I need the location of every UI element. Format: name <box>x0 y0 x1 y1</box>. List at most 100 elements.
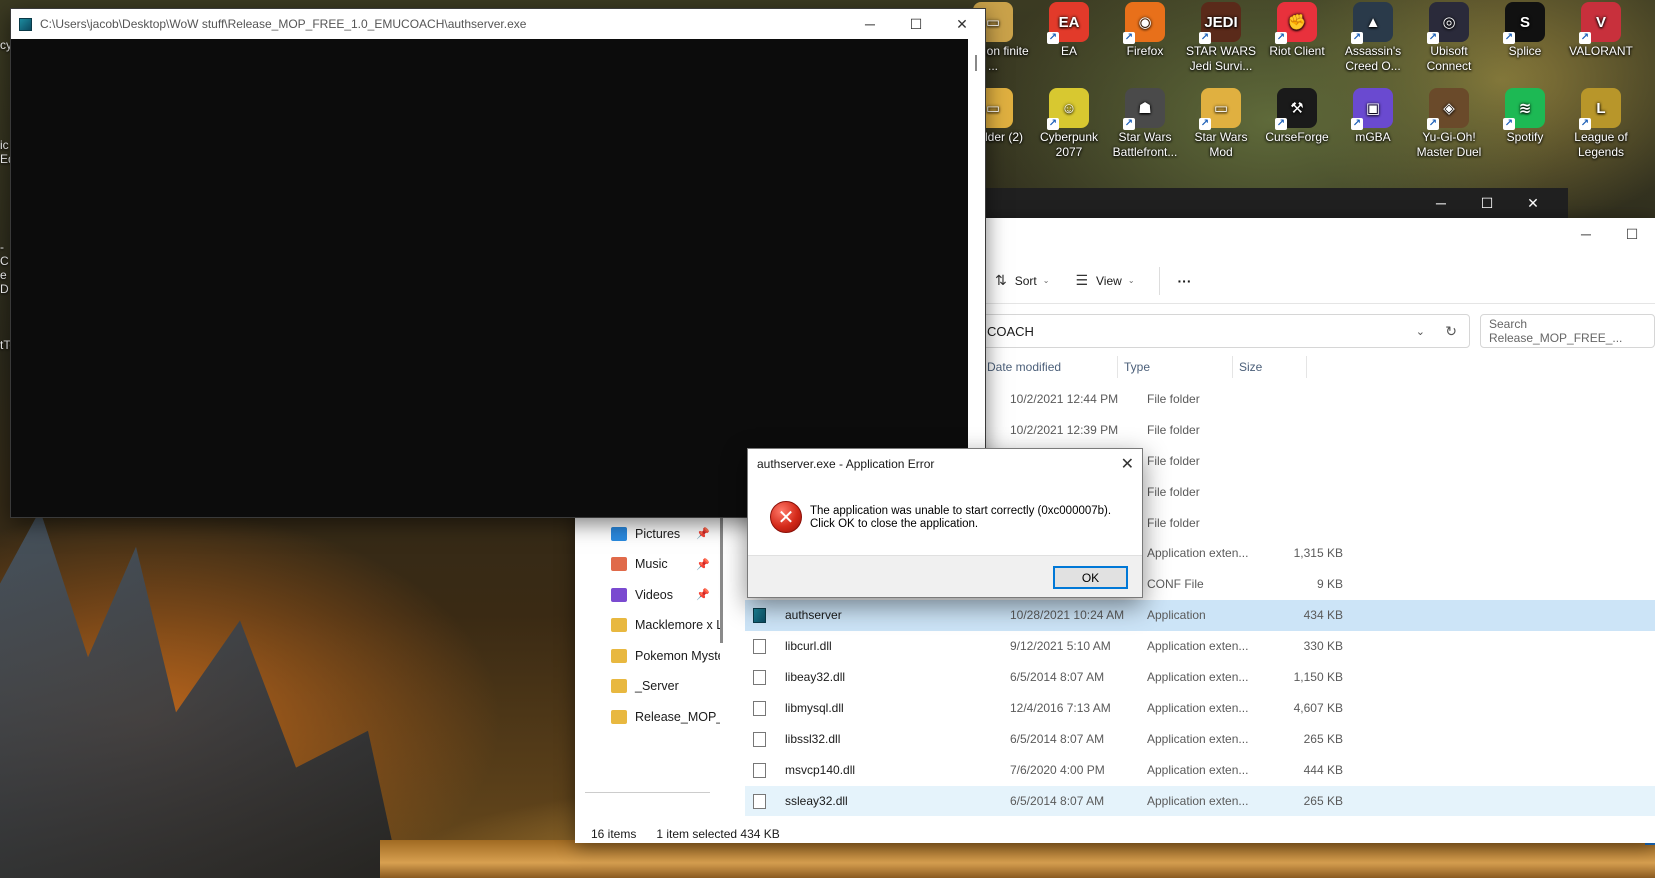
console-scrollbar[interactable] <box>968 39 985 517</box>
console-window: C:\Users\jacob\Desktop\WoW stuff\Release… <box>10 8 986 518</box>
navigation-pane: Documents📌Pictures📌Music📌Videos📌Macklemo… <box>575 488 720 800</box>
desktop-shortcut[interactable]: ▭Star Wars Mod <box>1184 88 1258 160</box>
cell-type: Application exten... <box>1147 793 1249 808</box>
cell-type: File folder <box>1147 484 1200 499</box>
cell-size: 1,315 KB <box>1293 546 1343 561</box>
shortcut-label: CurseForge <box>1265 130 1329 144</box>
cell-type: Application exten... <box>1147 670 1249 685</box>
cell-type: Application exten... <box>1147 731 1249 746</box>
app-icon <box>753 608 766 624</box>
error-message-line: The application was unable to start corr… <box>810 505 1112 517</box>
shortcut-label: Cyberpunk 2077 <box>1039 130 1099 159</box>
shortcut-icon: JEDI <box>1199 2 1241 44</box>
table-row[interactable]: libmysql.dll 12/4/2016 7:13 AM Application… <box>745 693 1655 724</box>
close-icon[interactable]: ✕ <box>939 9 985 39</box>
desktop-shortcut[interactable]: ☺Cyberpunk 2077 <box>1032 88 1106 160</box>
shortcut-label: League of Legends <box>1574 130 1628 159</box>
cell-type: File folder <box>1147 515 1200 530</box>
maximize-icon[interactable]: ☐ <box>893 9 939 39</box>
sort-icon: ⇅ <box>995 272 1007 288</box>
nav-item[interactable]: _Server <box>575 671 720 702</box>
cell-type: File folder <box>1147 392 1200 406</box>
scroll-thumb[interactable] <box>975 55 977 71</box>
desktop-shortcut[interactable]: ▲Assassin's Creed O... <box>1336 2 1410 74</box>
minimize-icon[interactable]: ─ <box>1563 218 1609 250</box>
cell-date: 10/2/2021 12:44 PM <box>1010 392 1119 406</box>
chevron-down-icon: ⌄ <box>1042 276 1050 285</box>
table-row[interactable]: ssleay32.dll 6/5/2014 8:07 AM Application … <box>745 785 1655 817</box>
table-row[interactable]: libssl32.dll 6/5/2014 8:07 AM Application … <box>745 724 1655 755</box>
table-row[interactable]: libeay32.dll 6/5/2014 8:07 AM Application … <box>745 662 1655 693</box>
cell-date: 12/4/2016 7:13 AM <box>1010 700 1111 715</box>
cell-date: 6/5/2014 8:07 AM <box>1010 670 1105 685</box>
desktop-shortcut[interactable]: ☗Star Wars Battlefront... <box>1108 88 1182 160</box>
address-text: COACH <box>987 323 1034 339</box>
shortcut-label: Assassin's Creed O... <box>1344 44 1402 73</box>
nav-item[interactable]: Music 📌 <box>575 549 720 580</box>
shortcut-label: Ubisoft Connect <box>1426 44 1472 73</box>
chevron-down-icon[interactable]: ⌄ <box>1416 325 1425 338</box>
close-icon[interactable]: ✕ <box>1510 188 1556 218</box>
column-type[interactable]: Type <box>1117 356 1230 378</box>
nav-item[interactable]: Videos 📌 <box>575 580 720 611</box>
desktop-shortcut[interactable]: SSplice <box>1488 2 1562 59</box>
more-options-button[interactable]: ··· <box>1168 267 1202 295</box>
pin-icon: 📌 <box>696 528 710 541</box>
wallpaper-sand <box>380 840 1655 878</box>
dialog-body: ✕ The application was unable to start co… <box>748 479 1142 557</box>
desktop-shortcut[interactable]: JEDISTAR WARS Jedi Survi... <box>1184 2 1258 74</box>
desktop-shortcut[interactable]: ▣mGBA <box>1336 88 1410 145</box>
ok-button[interactable]: OK <box>1053 566 1128 589</box>
desktop-shortcut[interactable]: LLeague of Legends <box>1564 88 1638 160</box>
maximize-icon[interactable]: ☐ <box>1464 188 1510 218</box>
cell-type: CONF File <box>1147 577 1204 592</box>
shortcut-label: Splice <box>1508 44 1542 58</box>
pin-icon: 📌 <box>696 558 710 571</box>
back-window-titlebar[interactable]: ─ ☐ ✕ <box>986 188 1568 218</box>
desktop-shortcut[interactable]: ✊Riot Client <box>1260 2 1334 59</box>
shortcut-icon: ◎ <box>1427 2 1469 44</box>
cell-type: File folder <box>1147 453 1200 468</box>
desktop-shortcut[interactable]: ◉Firefox <box>1108 2 1182 59</box>
desktop-shortcut[interactable]: ◈Yu-Gi-Oh! Master Duel <box>1412 88 1486 160</box>
console-titlebar[interactable]: C:\Users\jacob\Desktop\WoW stuff\Release… <box>11 9 985 39</box>
desktop-shortcut[interactable]: VVALORANT <box>1564 2 1638 59</box>
desktop-shortcut[interactable]: EAEA <box>1032 2 1106 59</box>
cell-name: msvcp140.dll <box>785 762 856 777</box>
table-row[interactable]: msvcp140.dll 7/6/2020 4:00 PM Application … <box>745 755 1655 786</box>
minimize-icon[interactable]: ─ <box>847 9 893 39</box>
shortcut-icon: ◉ <box>1123 2 1165 44</box>
shortcut-label: EA <box>1060 44 1077 58</box>
nav-item[interactable]: Pictures 📌 <box>575 519 720 550</box>
cell-date: 9/12/2021 5:10 AM <box>1010 639 1111 654</box>
minimize-icon[interactable]: ─ <box>1418 188 1464 218</box>
close-icon[interactable]: ✕ <box>1121 454 1134 474</box>
shortcut-icon: ≋ <box>1503 88 1545 130</box>
cell-name: libssl32.dll <box>785 731 841 746</box>
nav-item[interactable]: Release_MOP_FI <box>575 702 720 733</box>
cell-size: 265 KB <box>1303 731 1343 746</box>
sort-button[interactable]: ⇅ Sort ⌄ <box>985 266 1059 295</box>
nav-item[interactable]: Pokemon Myste <box>575 641 720 672</box>
refresh-icon[interactable]: ↻ <box>1445 323 1457 340</box>
maximize-icon[interactable]: ☐ <box>1609 218 1655 250</box>
desktop-shortcut[interactable]: ◎Ubisoft Connect <box>1412 2 1486 74</box>
table-row[interactable]: libcurl.dll 9/12/2021 5:10 AM Application … <box>745 631 1655 662</box>
folder-icon <box>611 618 627 633</box>
table-row[interactable]: authserver 10/28/2021 10:24 AM Application… <box>745 600 1655 632</box>
dialog-footer: OK <box>748 555 1142 597</box>
app-icon <box>19 17 32 31</box>
address-bar[interactable]: COACH ⌄ ↻ <box>980 314 1470 348</box>
nav-item[interactable]: Macklemore x L <box>575 610 720 641</box>
cell-name: libmysql.dll <box>785 700 844 715</box>
view-button[interactable]: ☰ View ⌄ <box>1065 266 1144 295</box>
cell-date: 7/6/2020 4:00 PM <box>1010 762 1105 777</box>
cell-type: Application exten... <box>1147 546 1249 561</box>
column-date-modified[interactable]: Date modified <box>980 356 1115 378</box>
desktop-shortcut[interactable]: ≋Spotify <box>1488 88 1562 145</box>
file-icon <box>753 731 766 747</box>
desktop-shortcut[interactable]: ⚒CurseForge <box>1260 88 1334 145</box>
search-input[interactable]: Search Release_MOP_FREE_... <box>1480 314 1655 348</box>
column-size[interactable]: Size <box>1232 356 1307 378</box>
more-icon: ··· <box>1177 272 1192 289</box>
